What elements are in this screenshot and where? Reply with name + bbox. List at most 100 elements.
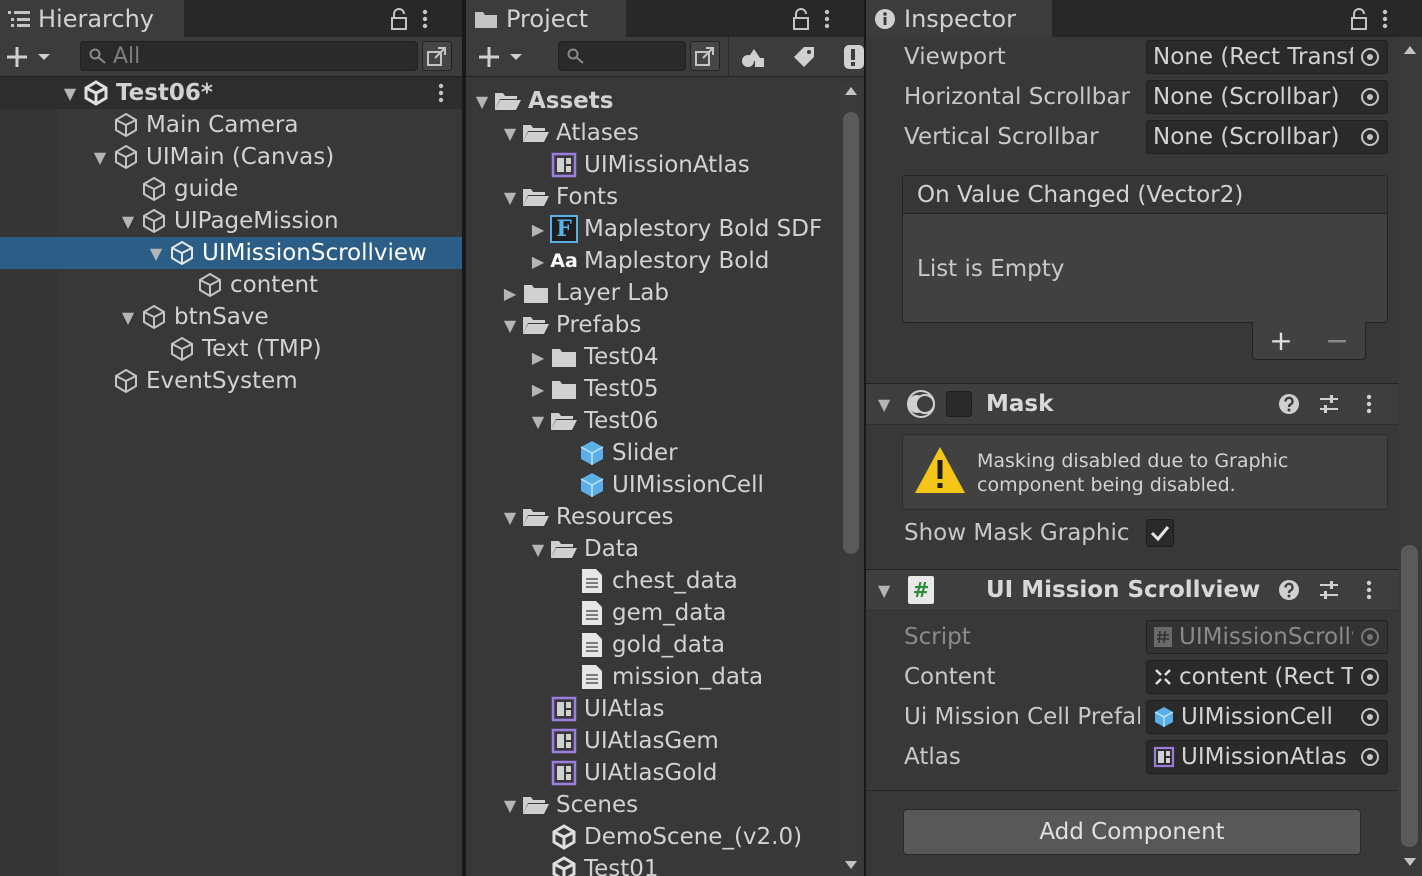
kebab-menu-icon[interactable]	[422, 8, 428, 30]
chevron-down-icon[interactable]: ▼	[470, 92, 494, 111]
scroll-thumb[interactable]	[1401, 545, 1418, 847]
scroll-down-icon[interactable]	[844, 860, 858, 870]
atlas-field[interactable]: UIMissionAtlas	[1146, 740, 1388, 774]
project-search-input[interactable]	[558, 41, 686, 71]
hierarchy-item[interactable]: Main Camera	[88, 109, 298, 141]
chevron-down-icon[interactable]: ▼	[116, 308, 140, 327]
hidden-packages-icon[interactable]	[840, 43, 864, 71]
create-plus-icon[interactable]	[478, 45, 526, 69]
tab-inspector[interactable]: Inspector	[866, 0, 1052, 37]
project-item[interactable]: UIAtlasGold	[526, 757, 717, 789]
kebab-menu-icon[interactable]	[1382, 8, 1388, 30]
inspector-scrollbar[interactable]	[1398, 37, 1422, 876]
hierarchy-item[interactable]: ▼ UIMain (Canvas)	[88, 141, 334, 173]
vertical-scrollbar-field[interactable]: None (Scrollbar)	[1146, 120, 1388, 154]
project-item[interactable]: ▼ Scenes	[498, 789, 638, 821]
project-item[interactable]: ▼ Resources	[498, 501, 674, 533]
object-picker-icon[interactable]	[1353, 121, 1387, 153]
project-item[interactable]: DemoScene_(v2.0)	[526, 821, 802, 853]
content-field[interactable]: content (Rect Transform)	[1146, 660, 1388, 694]
object-picker-icon[interactable]	[1353, 41, 1387, 73]
project-item[interactable]: ▼ Data	[526, 533, 639, 565]
project-item[interactable]: UIAtlas	[526, 693, 664, 725]
chevron-down-icon[interactable]: ▼	[498, 188, 522, 207]
add-listener-button[interactable]: +	[1269, 324, 1292, 357]
scroll-up-icon[interactable]	[1403, 45, 1417, 55]
show-mask-graphic-checkbox[interactable]	[1146, 519, 1174, 547]
object-picker-icon[interactable]	[1353, 741, 1387, 773]
filter-by-label-icon[interactable]	[792, 45, 816, 69]
tab-project[interactable]: Project	[466, 0, 626, 37]
component-kebab-icon[interactable]	[1366, 393, 1372, 415]
chevron-down-icon[interactable]: ▼	[58, 84, 82, 103]
project-item[interactable]: ▶ Test04	[526, 341, 659, 373]
project-item[interactable]: mission_data	[554, 661, 763, 693]
project-item[interactable]: ▼ Test06	[526, 405, 659, 437]
project-scrollbar[interactable]	[840, 84, 862, 876]
filter-by-type-icon[interactable]	[740, 45, 766, 69]
project-item[interactable]: gold_data	[554, 629, 725, 661]
chevron-down-icon[interactable]: ▼	[498, 796, 522, 815]
horizontal-scrollbar-field[interactable]: None (Scrollbar)	[1146, 80, 1388, 114]
scene-kebab-icon[interactable]	[438, 82, 444, 104]
chevron-down-icon[interactable]: ▼	[144, 244, 168, 263]
project-item[interactable]: Slider	[554, 437, 678, 469]
project-item[interactable]: gem_data	[554, 597, 726, 629]
presets-icon[interactable]	[1318, 579, 1340, 601]
project-item[interactable]: ▶ Test05	[526, 373, 659, 405]
lock-icon[interactable]	[792, 7, 810, 30]
hierarchy-item[interactable]: content	[172, 269, 318, 301]
mask-enabled-checkbox[interactable]	[946, 391, 972, 417]
cell-prefab-field[interactable]: UIMissionCell	[1146, 700, 1388, 734]
project-item[interactable]: ▼ Fonts	[498, 181, 618, 213]
project-item[interactable]: chest_data	[554, 565, 738, 597]
chevron-down-icon[interactable]: ▼	[878, 581, 890, 600]
hierarchy-item[interactable]: ▼ btnSave	[116, 301, 269, 333]
chevron-down-icon[interactable]: ▼	[498, 508, 522, 527]
mask-component-header[interactable]: ▼ Mask	[866, 383, 1398, 425]
project-item[interactable]: ▼ Assets	[470, 85, 614, 117]
presets-icon[interactable]	[1318, 393, 1340, 415]
hierarchy-item[interactable]: EventSystem	[88, 365, 298, 397]
script-component-header[interactable]: ▼ # UI Mission Scrollview (Script)	[866, 569, 1398, 611]
object-picker-icon[interactable]	[1353, 81, 1387, 113]
chevron-right-icon[interactable]: ▶	[526, 252, 550, 271]
chevron-down-icon[interactable]: ▼	[116, 212, 140, 231]
chevron-down-icon[interactable]: ▼	[526, 412, 550, 431]
object-picker-icon[interactable]	[1353, 701, 1387, 733]
chevron-right-icon[interactable]: ▶	[526, 220, 550, 239]
hierarchy-item[interactable]: ▼ UIPageMission	[116, 205, 339, 237]
search-scope-button[interactable]	[422, 41, 452, 71]
project-item[interactable]: ▶ Layer Lab	[498, 277, 669, 309]
project-item[interactable]: ▶ Aa Maplestory Bold	[526, 245, 770, 277]
search-scope-button[interactable]	[690, 41, 720, 71]
create-plus-icon[interactable]	[6, 45, 54, 69]
chevron-down-icon[interactable]: ▼	[498, 316, 522, 335]
scene-row[interactable]: ▼ Test06*	[0, 77, 462, 109]
help-icon[interactable]	[1278, 393, 1300, 415]
add-component-button[interactable]: Add Component	[903, 809, 1361, 855]
project-item[interactable]: UIAtlasGem	[526, 725, 719, 757]
hierarchy-item[interactable]: guide	[116, 173, 238, 205]
chevron-right-icon[interactable]: ▶	[498, 284, 522, 303]
chevron-right-icon[interactable]: ▶	[526, 348, 550, 367]
hierarchy-item[interactable]: Text (TMP)	[144, 333, 322, 365]
project-item[interactable]: UIMissionCell	[554, 469, 764, 501]
object-picker-icon[interactable]	[1353, 661, 1387, 693]
scroll-down-icon[interactable]	[1403, 857, 1417, 867]
project-item[interactable]: Test01	[526, 853, 659, 876]
project-item[interactable]: ▼ Prefabs	[498, 309, 642, 341]
lock-icon[interactable]	[390, 7, 408, 30]
scroll-up-icon[interactable]	[844, 86, 858, 96]
scroll-thumb[interactable]	[843, 112, 859, 554]
tab-hierarchy[interactable]: Hierarchy	[0, 0, 184, 37]
chevron-right-icon[interactable]: ▶	[526, 380, 550, 399]
lock-icon[interactable]	[1350, 7, 1368, 30]
chevron-down-icon[interactable]: ▼	[526, 540, 550, 559]
chevron-down-icon[interactable]: ▼	[878, 395, 890, 414]
hierarchy-search-input[interactable]: All	[80, 41, 418, 71]
chevron-down-icon[interactable]: ▼	[498, 124, 522, 143]
help-icon[interactable]	[1278, 579, 1300, 601]
chevron-down-icon[interactable]: ▼	[88, 148, 112, 167]
kebab-menu-icon[interactable]	[824, 8, 830, 30]
